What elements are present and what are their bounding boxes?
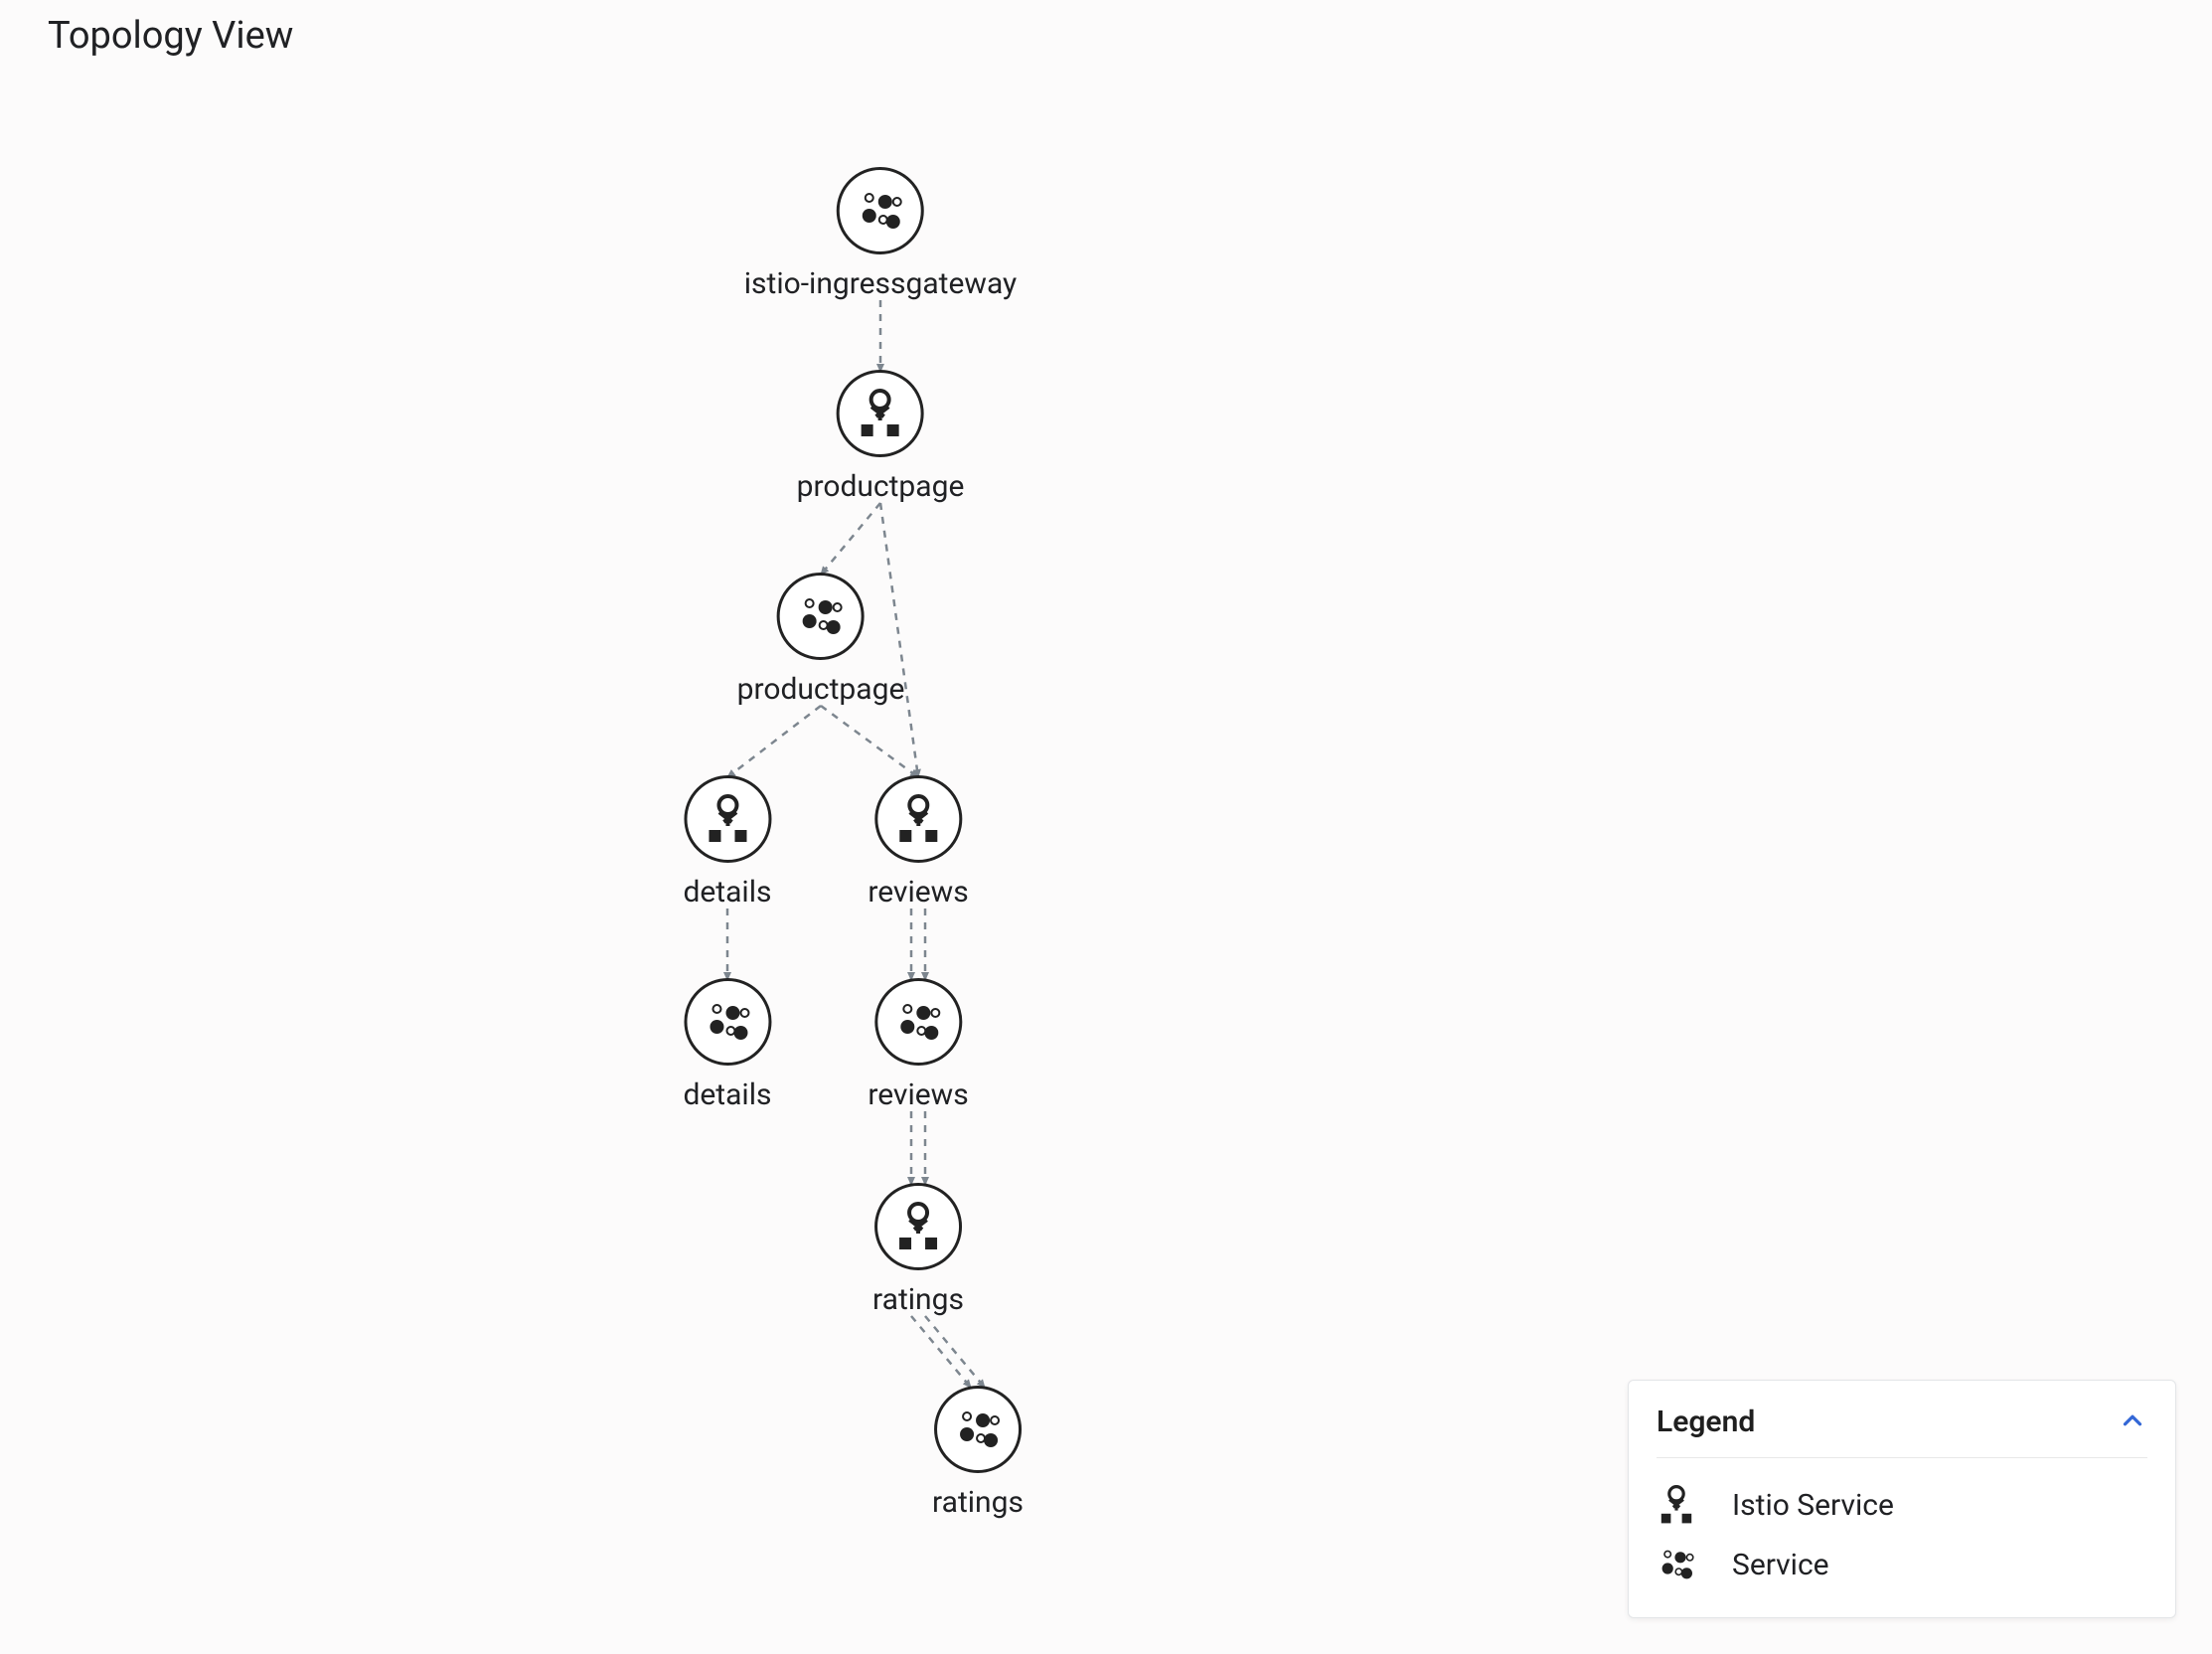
service-icon	[777, 573, 865, 660]
istio-service-icon	[837, 370, 924, 457]
service-icon	[1657, 1545, 1696, 1584]
graph-node-n-ingress[interactable]: istio-ingressgateway	[744, 167, 1017, 301]
chevron-up-icon	[2118, 1406, 2147, 1435]
topology-page: Topology View istio-ingressgatewayproduc…	[0, 0, 2212, 1654]
istio-service-icon	[684, 775, 771, 863]
graph-node-n-productpage-istio[interactable]: productpage	[797, 370, 965, 504]
legend-item-service: Service	[1657, 1540, 2147, 1589]
graph-node-label: productpage	[737, 672, 905, 707]
service-icon	[684, 978, 771, 1066]
graph-node-n-details-istio[interactable]: details	[683, 775, 771, 910]
service-icon	[874, 978, 962, 1066]
graph-node-label: details	[683, 875, 771, 910]
graph-node-n-reviews-istio[interactable]: reviews	[868, 775, 968, 910]
graph-node-n-productpage-svc[interactable]: productpage	[737, 573, 905, 707]
service-icon	[837, 167, 924, 254]
graph-node-n-reviews-svc[interactable]: reviews	[868, 978, 968, 1112]
legend-item-istio: Istio Service	[1657, 1480, 2147, 1530]
graph-node-label: reviews	[868, 1077, 968, 1112]
graph-node-n-ratings-svc[interactable]: ratings	[932, 1386, 1024, 1520]
graph-node-label: details	[683, 1077, 771, 1112]
legend-item-label: Service	[1732, 1548, 1829, 1582]
graph-node-label: istio-ingressgateway	[744, 266, 1017, 301]
istio-service-icon	[1657, 1485, 1696, 1525]
graph-node-label: ratings	[872, 1282, 964, 1317]
legend-collapse-button[interactable]	[2118, 1406, 2147, 1439]
legend-title: Legend	[1657, 1405, 1755, 1439]
service-icon	[934, 1386, 1022, 1473]
graph-node-n-details-svc[interactable]: details	[683, 978, 771, 1112]
istio-service-icon	[874, 775, 962, 863]
legend-item-label: Istio Service	[1732, 1488, 1894, 1523]
graph-node-label: ratings	[932, 1485, 1024, 1520]
graph-node-label: productpage	[797, 469, 965, 504]
graph-node-label: reviews	[868, 875, 968, 910]
graph-node-n-ratings-istio[interactable]: ratings	[872, 1183, 964, 1317]
istio-service-icon	[874, 1183, 962, 1270]
legend-panel: Legend Istio Service	[1628, 1380, 2176, 1618]
